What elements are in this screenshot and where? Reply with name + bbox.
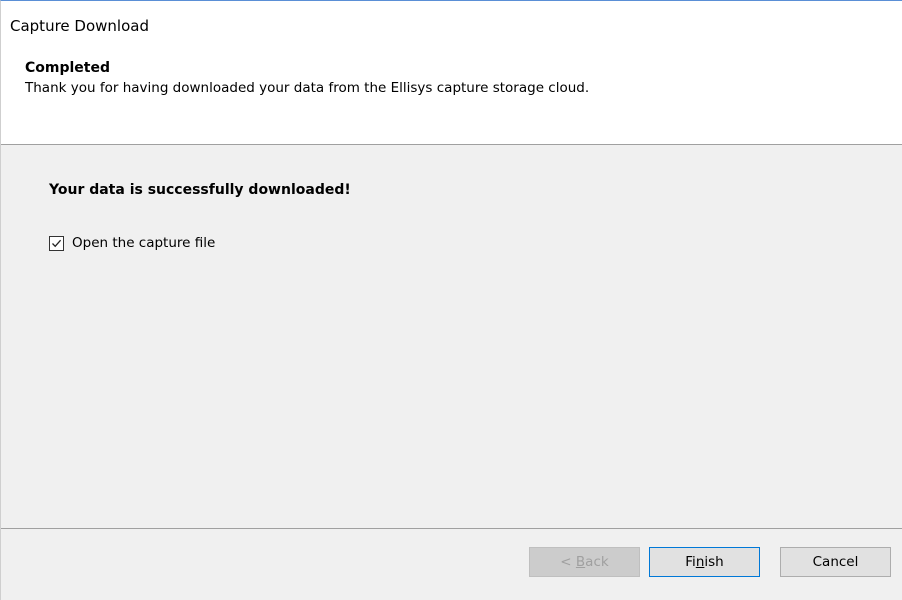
capture-download-dialog: Capture Download Completed Thank you for… bbox=[0, 0, 902, 600]
page-subtitle: Thank you for having downloaded your dat… bbox=[25, 80, 590, 96]
window-title: Capture Download bbox=[10, 17, 149, 35]
success-message: Your data is successfully downloaded! bbox=[49, 182, 351, 198]
back-button[interactable]: < Back bbox=[529, 547, 640, 577]
finish-button-rest: ish bbox=[704, 554, 724, 570]
page-title: Completed bbox=[25, 60, 111, 76]
back-button-rest: ack bbox=[585, 554, 609, 570]
checkmark-icon bbox=[52, 239, 62, 247]
wizard-footer: < Back Finish Cancel bbox=[1, 529, 902, 600]
title-bar[interactable]: Capture Download bbox=[1, 1, 902, 39]
finish-button[interactable]: Finish bbox=[649, 547, 760, 577]
back-button-prefix: < bbox=[560, 554, 576, 570]
open-capture-file-checkbox[interactable]: Open the capture file bbox=[49, 234, 215, 252]
wizard-header: Completed Thank you for having downloade… bbox=[1, 39, 902, 144]
back-button-mnemonic: B bbox=[575, 554, 586, 570]
finish-button-prefix: Fi bbox=[685, 554, 696, 570]
checkbox-box[interactable] bbox=[49, 235, 64, 251]
wizard-body: Your data is successfully downloaded! Op… bbox=[1, 145, 902, 528]
cancel-button[interactable]: Cancel bbox=[780, 547, 891, 577]
checkbox-label[interactable]: Open the capture file bbox=[72, 235, 215, 252]
